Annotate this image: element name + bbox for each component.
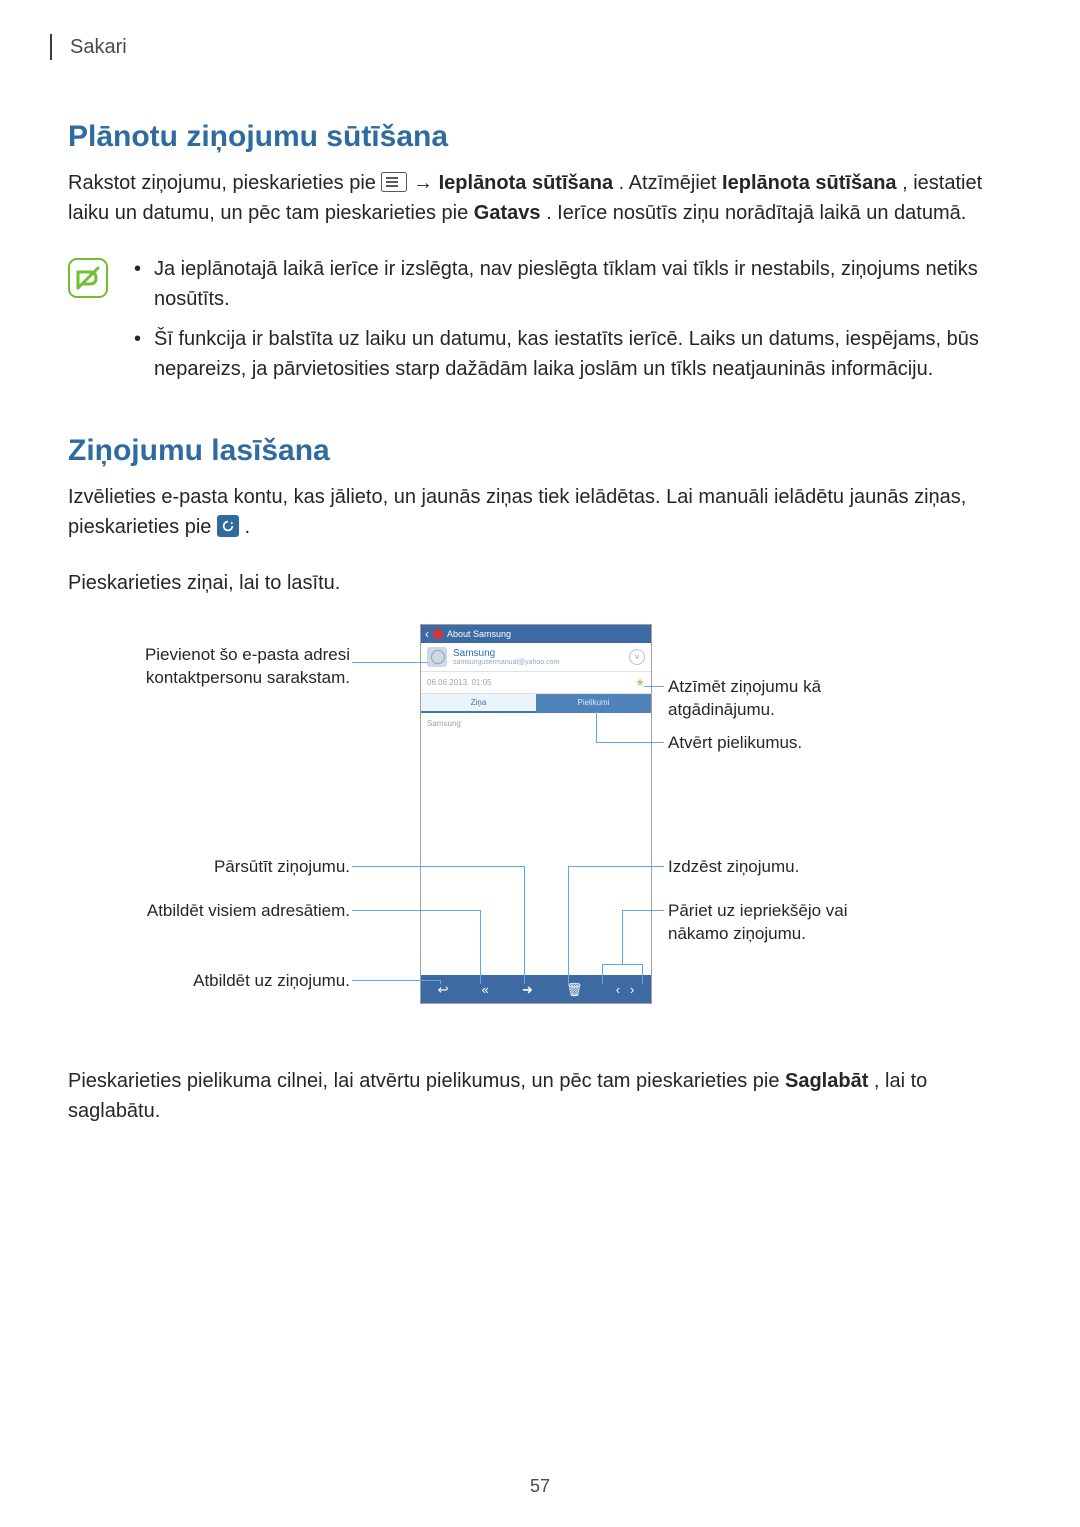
phone-sender-row: Samsung samsungusermanual@yahoo.com ˅ [421, 643, 651, 672]
sender-email: samsungusermanual@yahoo.com [453, 659, 559, 667]
reading-paragraph-1: Izvēlieties e-pasta kontu, kas jālieto, … [68, 482, 1012, 542]
text-bold: Ieplānota sūtīšana [722, 172, 897, 194]
reading-paragraph-2: Pieskarieties ziņai, lai to lasītu. [68, 568, 1012, 598]
note-item: Šī funkcija ir balstīta uz laiku un datu… [132, 324, 1012, 384]
text: Rakstot ziņojumu, pieskarieties pie [68, 172, 381, 194]
sender-name-block: Samsung samsungusermanual@yahoo.com [453, 648, 559, 667]
phone-mock: ‹ About Samsung Samsung samsungusermanua… [420, 624, 652, 1004]
note-item: Ja ieplānotajā laikā ierīce ir izslēgta,… [132, 254, 1012, 314]
phone-tabs: Ziņa Pielikumi [421, 694, 651, 713]
timestamp: 06.06.2013. 01:05 [427, 678, 492, 687]
callout-nav: Pāriet uz iepriekšējo vai nākamo ziņojum… [668, 900, 908, 946]
callout-forward: Pārsūtīt ziņojumu. [110, 856, 350, 879]
menu-icon [381, 172, 407, 192]
text: . Atzīmējiet [619, 172, 722, 194]
refresh-icon [217, 515, 239, 537]
heading-reading-messages: Ziņojumu lasīšana [68, 434, 1012, 468]
phone-meta-row: 06.06.2013. 01:05 ★ [421, 672, 651, 694]
running-head: Sakari [50, 34, 1012, 60]
page-number: 57 [0, 1476, 1080, 1497]
text: . [245, 516, 251, 538]
back-icon: ‹ [425, 627, 429, 641]
heading-scheduled-send: Plānotu ziņojumu sūtīšana [68, 120, 1012, 154]
callout-delete: Izdzēst ziņojumu. [668, 856, 908, 879]
scheduled-send-paragraph: Rakstot ziņojumu, pieskarieties pie → Ie… [68, 168, 1012, 228]
text: Izvēlieties e-pasta kontu, kas jālieto, … [68, 486, 966, 538]
app-icon [433, 629, 443, 639]
phone-body: Samsung [421, 713, 651, 981]
text: → [413, 172, 439, 194]
text: Pieskarieties pielikuma cilnei, lai atvē… [68, 1070, 785, 1092]
sender-name: Samsung [453, 648, 559, 659]
phone-title: About Samsung [447, 629, 511, 639]
phone-topbar: ‹ About Samsung [421, 625, 651, 643]
star-icon: ★ [635, 676, 645, 689]
tab-attachments: Pielikumi [536, 694, 651, 713]
text-bold: Ieplānota sūtīšana [439, 172, 614, 194]
text-bold: Gatavs [474, 202, 541, 224]
reply-all-icon: « [482, 983, 489, 996]
note-icon [68, 258, 108, 298]
text-bold: Saglabāt [785, 1070, 868, 1092]
callout-reminder: Atzīmēt ziņojumu kā atgādinājumu. [668, 676, 908, 722]
reading-paragraph-3: Pieskarieties pielikuma cilnei, lai atvē… [68, 1066, 1012, 1126]
reply-icon: ↩ [438, 983, 449, 996]
next-icon: › [630, 983, 634, 996]
callout-replyall: Atbildēt visiem adresātiem. [110, 900, 350, 923]
forward-icon: ➜ [522, 983, 533, 996]
callout-reply: Atbildēt uz ziņojumu. [110, 970, 350, 993]
delete-icon: 🗑 [566, 983, 583, 996]
note-block: Ja ieplānotajā laikā ierīce ir izslēgta,… [68, 254, 1012, 394]
callout-attach: Atvērt pielikumus. [668, 732, 908, 755]
expand-icon: ˅ [629, 649, 645, 665]
message-view-figure: ‹ About Samsung Samsung samsungusermanua… [240, 624, 840, 1044]
phone-bottombar: ↩ « ➜ 🗑 ‹ › [421, 975, 651, 1003]
tab-message: Ziņa [421, 694, 536, 713]
avatar [427, 647, 447, 667]
callout-contact: Pievienot šo e-pasta adresi kontaktperso… [110, 644, 350, 690]
prev-icon: ‹ [616, 983, 620, 996]
text: . Ierīce nosūtīs ziņu norādītajā laikā u… [546, 202, 966, 224]
